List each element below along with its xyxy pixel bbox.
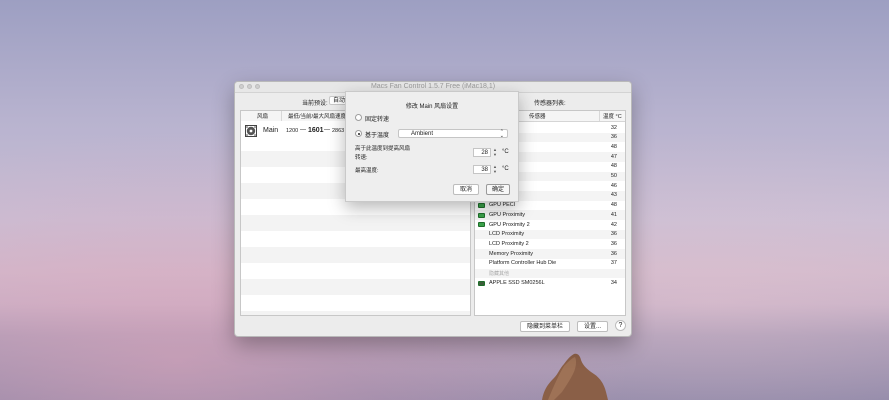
sensor-value: 48	[610, 202, 617, 209]
sensor-value: 50	[610, 173, 617, 180]
sensor-value: 36	[610, 240, 617, 247]
start-temp-input[interactable]: 28	[473, 148, 491, 157]
ok-button[interactable]: 确定	[486, 184, 510, 195]
sensor-value: 46	[610, 182, 617, 189]
max-temp-input[interactable]: 38	[473, 165, 491, 174]
sensor-row[interactable]: Memory Proximity 36	[475, 249, 625, 259]
sensor-select[interactable]: Ambient ⌃ ⌄	[398, 129, 508, 139]
help-button[interactable]: ?	[615, 320, 626, 331]
sensor-value: 48	[610, 143, 617, 150]
sensor-row[interactable]: GPU Proximity 41	[475, 210, 625, 220]
radio-sensor-based[interactable]	[355, 130, 362, 137]
sensor-value: 47	[610, 153, 617, 160]
radio-sensor-based-label[interactable]: 基于温度	[365, 130, 389, 139]
ssd-drive-icon	[478, 280, 485, 286]
start-temp-label: 高于此温度到提高风扇 转速:	[355, 146, 411, 161]
cancel-button[interactable]: 取消	[453, 184, 479, 195]
sensor-name: GPU Proximity	[489, 211, 526, 218]
gpu-chip-icon	[478, 222, 485, 228]
sensor-value: 43	[610, 192, 617, 199]
max-temp-label: 最高温度:	[355, 168, 379, 174]
start-temp-stepper[interactable]: ▲ ▼	[492, 147, 498, 158]
wallpaper-rock-formation	[542, 353, 608, 400]
sensor-select-value: Ambient	[411, 131, 434, 137]
sensor-name: LCD Proximity	[489, 231, 525, 238]
window-title: Macs Fan Control 1.5.7 Free (iMac18,1)	[370, 83, 496, 90]
sensor-value: 41	[610, 211, 617, 218]
preset-label: 当前预设:	[302, 101, 328, 107]
fans-col-speed[interactable]: 最低/当前/最大风扇速度	[288, 112, 346, 120]
start-temp-unit: °C	[502, 149, 509, 155]
sensor-value: 36	[610, 250, 617, 257]
fan-max-speed: 2863	[332, 128, 345, 134]
radio-constant-speed-label[interactable]: 固定转速	[365, 114, 389, 123]
sensor-name: GPU PECI	[489, 202, 516, 209]
gpu-chip-icon	[478, 212, 485, 218]
fan-speed-separator: —	[300, 127, 306, 133]
sensors-col-temp[interactable]: 温度 °C	[603, 112, 622, 120]
sensor-row[interactable]: GPU Proximity 2 42	[475, 220, 625, 230]
sensors-title: 传感器列表:	[534, 101, 566, 107]
fans-col-name[interactable]: 风扇	[257, 112, 268, 120]
fan-current-speed: 1601	[308, 126, 324, 134]
sensor-value: 48	[610, 163, 617, 170]
sensor-value: 32	[610, 124, 617, 131]
max-temp-stepper[interactable]: ▲ ▼	[492, 164, 498, 175]
gpu-chip-icon	[478, 202, 485, 208]
fan-name: Main	[263, 127, 279, 134]
sensor-name: GPU Proximity 2	[489, 221, 530, 228]
sensor-name: Platform Controller Hub Die	[489, 260, 557, 267]
sensor-row[interactable]: 隐藏其他	[475, 268, 625, 279]
sensor-value: 34	[610, 279, 617, 286]
hide-to-menubar-button[interactable]: 隐藏到菜单栏	[520, 321, 570, 332]
dialog-title: 修改 Main 风扇设置	[405, 104, 459, 110]
sensor-row[interactable]: LCD Proximity 36	[475, 229, 625, 240]
settings-button[interactable]: 设置...	[577, 321, 608, 332]
fan-settings-dialog: 修改 Main 风扇设置 固定转速 基于温度 Ambient ⌃ ⌄ 高于此温度到…	[345, 91, 519, 202]
sensor-row[interactable]: LCD Proximity 2 36	[475, 239, 625, 250]
sensors-col-name[interactable]: 传感器	[529, 112, 546, 120]
sensor-row[interactable]: GPU PECI 48	[475, 200, 625, 211]
sensor-value: 36	[610, 231, 617, 238]
max-temp-unit: °C	[502, 166, 509, 172]
sensor-name: LCD Proximity 2	[489, 240, 529, 247]
fan-speed-separator: —	[324, 127, 330, 133]
sensor-value: 36	[610, 134, 617, 141]
chevron-updown-icon: ⌃ ⌄	[499, 129, 504, 139]
sensor-value: 42	[610, 221, 617, 228]
sensor-value: 37	[610, 260, 617, 267]
sensor-name: 隐藏其他	[489, 271, 510, 278]
sensor-row[interactable]: Platform Controller Hub Die 37	[475, 258, 625, 269]
sensor-name: APPLE SSD SM0256L	[489, 279, 545, 286]
sensor-name: Memory Proximity	[489, 250, 534, 257]
fan-min-speed: 1200	[286, 128, 299, 134]
sensor-row[interactable]: APPLE SSD SM0256L 34	[475, 278, 625, 288]
fan-icon	[245, 125, 257, 137]
radio-constant-speed[interactable]	[355, 114, 362, 121]
